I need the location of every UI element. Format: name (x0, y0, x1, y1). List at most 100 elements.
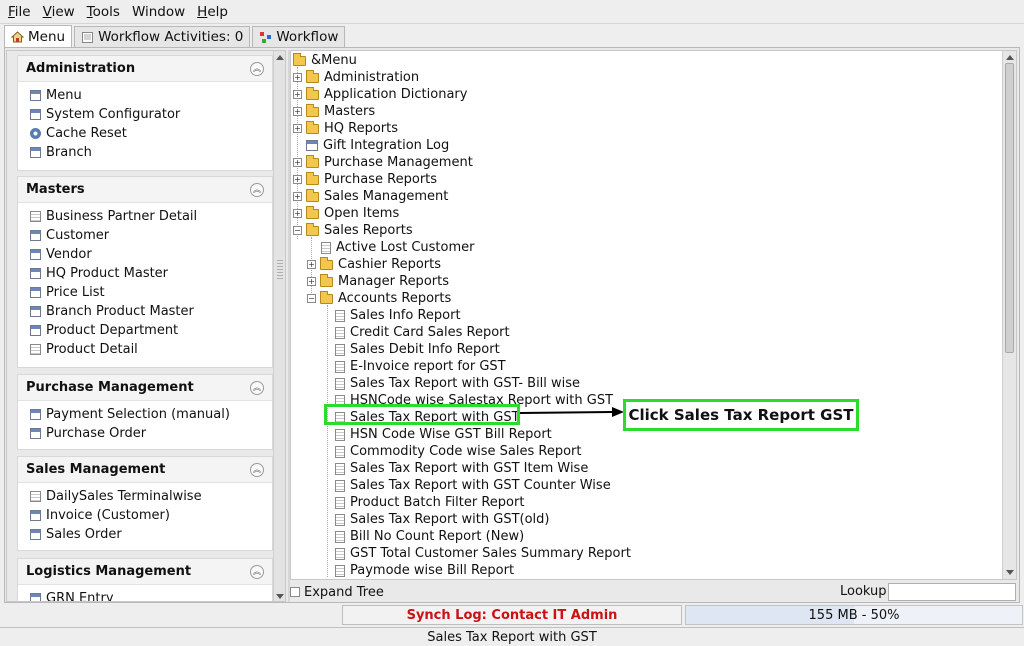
tree-node-sales-debit-info-report[interactable]: Sales Debit Info Report (335, 341, 500, 358)
group-header[interactable]: Administration ︽ (18, 56, 272, 82)
collapse-icon[interactable]: ︽ (250, 564, 264, 579)
group-item-customer[interactable]: Customer (18, 226, 272, 245)
scroll-down-icon[interactable] (1006, 570, 1014, 575)
group-item-system-configurator[interactable]: System Configurator (18, 105, 272, 124)
expand-icon[interactable]: + (293, 175, 302, 184)
group-item-hq-product-master[interactable]: HQ Product Master (18, 264, 272, 283)
group-header[interactable]: Purchase Management ︽ (18, 375, 272, 401)
tree-node-hsn-code-gst-bill[interactable]: HSN Code Wise GST Bill Report (335, 426, 552, 443)
tree-node-accounts-reports[interactable]: − Accounts Reports (307, 290, 451, 307)
expand-icon[interactable]: + (293, 209, 302, 218)
tree-node-sales-management[interactable]: + Sales Management (293, 188, 448, 205)
group-item-product-detail[interactable]: Product Detail (18, 340, 272, 359)
tree-node-manager-reports[interactable]: + Manager Reports (307, 273, 449, 290)
expand-icon[interactable]: + (293, 90, 302, 99)
left-scrollbar[interactable] (273, 51, 285, 601)
tree-node-e-invoice-report[interactable]: E-Invoice report for GST (335, 358, 506, 375)
tab-workflow[interactable]: Workflow (252, 26, 346, 47)
menu-file[interactable]: File (4, 4, 35, 20)
tree-root[interactable]: &Menu (293, 52, 357, 69)
group-item-business-partner-detail[interactable]: Business Partner Detail (18, 207, 272, 226)
scroll-up-icon[interactable] (1006, 55, 1014, 60)
collapse-icon[interactable]: ︽ (250, 462, 264, 477)
expand-icon[interactable]: + (293, 124, 302, 133)
expand-icon[interactable]: + (293, 107, 302, 116)
tree-scrollbar[interactable] (1002, 51, 1016, 579)
tree-node-masters[interactable]: + Masters (293, 103, 375, 120)
expand-tree-label[interactable]: Expand Tree (304, 585, 384, 600)
tree-node-hq-reports[interactable]: + HQ Reports (293, 120, 398, 137)
tree-node-open-items[interactable]: + Open Items (293, 205, 399, 222)
tree-node-purchase-reports[interactable]: + Purchase Reports (293, 171, 437, 188)
memory-indicator[interactable]: 155 MB - 50% (685, 605, 1023, 625)
tree-node-administration[interactable]: + Administration (293, 69, 419, 86)
tree-node-gst-customer-sales-summary[interactable]: GST Total Customer Sales Summary Report (335, 545, 631, 562)
tab-menu[interactable]: Menu (4, 25, 73, 47)
scroll-up-icon[interactable] (276, 55, 284, 60)
menu-view[interactable]: View (39, 4, 79, 20)
tree-node-sales-reports[interactable]: − Sales Reports (293, 222, 413, 239)
group-logistics-management: Logistics Management ︽ GRN Entry (17, 558, 273, 601)
expand-icon[interactable]: + (293, 73, 302, 82)
tree-guide (327, 305, 328, 577)
tree-node-sales-tax-gst-bill-wise[interactable]: Sales Tax Report with GST- Bill wise (335, 375, 580, 392)
tree-node-bill-no-count[interactable]: Bill No Count Report (New) (335, 528, 524, 545)
group-item-sales-order[interactable]: Sales Order (18, 525, 272, 544)
group-item-price-list[interactable]: Price List (18, 283, 272, 302)
group-header[interactable]: Logistics Management ︽ (18, 559, 272, 585)
tree-node-product-batch-filter[interactable]: Product Batch Filter Report (335, 494, 524, 511)
menu-tools[interactable]: Tools (83, 4, 124, 20)
tab-workflow-activities[interactable]: Workflow Activities: 0 (74, 26, 251, 47)
synch-log-button[interactable]: Synch Log: Contact IT Admin (342, 605, 682, 625)
window-icon (30, 147, 41, 158)
folder-icon (320, 256, 333, 270)
tree-node-paymode-bill-report[interactable]: Paymode wise Bill Report (335, 562, 514, 579)
collapse-icon[interactable]: ︽ (250, 61, 264, 76)
scrollbar-thumb[interactable] (1005, 63, 1014, 353)
group-item-grn-entry[interactable]: GRN Entry (18, 589, 272, 601)
group-header[interactable]: Masters ︽ (18, 177, 272, 203)
tree-node-application-dictionary[interactable]: + Application Dictionary (293, 86, 467, 103)
tree-node-cashier-reports[interactable]: + Cashier Reports (307, 256, 441, 273)
menu-window[interactable]: Window (128, 4, 189, 20)
menu-groups-panel: Administration ︽ Menu System Configurato… (6, 50, 286, 602)
collapse-icon[interactable]: ︽ (250, 380, 264, 395)
group-item-purchase-order[interactable]: Purchase Order (18, 424, 272, 443)
collapse-node-icon[interactable]: − (293, 226, 302, 235)
expand-icon[interactable]: + (307, 260, 316, 269)
tree-node-sales-tax-gst-counter-wise[interactable]: Sales Tax Report with GST Counter Wise (335, 477, 611, 494)
lookup-label: Lookup (840, 584, 887, 599)
folder-icon (306, 69, 319, 83)
group-item-vendor[interactable]: Vendor (18, 245, 272, 264)
scroll-down-icon[interactable] (276, 594, 284, 599)
group-header[interactable]: Sales Management ︽ (18, 457, 272, 483)
collapse-node-icon[interactable]: − (307, 294, 316, 303)
expand-icon[interactable]: + (293, 158, 302, 167)
group-item-cache-reset[interactable]: Cache Reset (18, 124, 272, 143)
group-item-branch-product-master[interactable]: Branch Product Master (18, 302, 272, 321)
tree-node-sales-tax-gst-old[interactable]: Sales Tax Report with GST(old) (335, 511, 549, 528)
menu-help[interactable]: Help (193, 4, 232, 20)
tree-node-gift-integration-log[interactable]: Gift Integration Log (306, 137, 449, 154)
group-item-invoice-customer[interactable]: Invoice (Customer) (18, 506, 272, 525)
group-item-menu[interactable]: Menu (18, 86, 272, 105)
tree-node-credit-card-sales-report[interactable]: Credit Card Sales Report (335, 324, 510, 341)
tree-node-active-lost-customer[interactable]: Active Lost Customer (321, 239, 474, 256)
lookup-input[interactable] (888, 583, 1016, 601)
group-item-dailysales-terminalwise[interactable]: DailySales Terminalwise (18, 487, 272, 506)
expand-icon[interactable]: + (307, 277, 316, 286)
tree-node-commodity-code-sales[interactable]: Commodity Code wise Sales Report (335, 443, 582, 460)
report-icon (30, 491, 41, 502)
tree-node-sales-tax-gst-item-wise[interactable]: Sales Tax Report with GST Item Wise (335, 460, 588, 477)
expand-tree-checkbox[interactable] (290, 587, 300, 597)
group-item-payment-selection[interactable]: Payment Selection (manual) (18, 405, 272, 424)
splitter-grip-icon[interactable] (277, 260, 283, 280)
expand-icon[interactable]: + (293, 192, 302, 201)
tree-node-purchase-management[interactable]: + Purchase Management (293, 154, 473, 171)
report-icon (335, 360, 345, 373)
group-item-product-department[interactable]: Product Department (18, 321, 272, 340)
group-item-branch[interactable]: Branch (18, 143, 272, 162)
tree-node-sales-info-report[interactable]: Sales Info Report (335, 307, 461, 324)
group-masters: Masters ︽ Business Partner Detail Custom… (17, 176, 273, 368)
collapse-icon[interactable]: ︽ (250, 182, 264, 197)
